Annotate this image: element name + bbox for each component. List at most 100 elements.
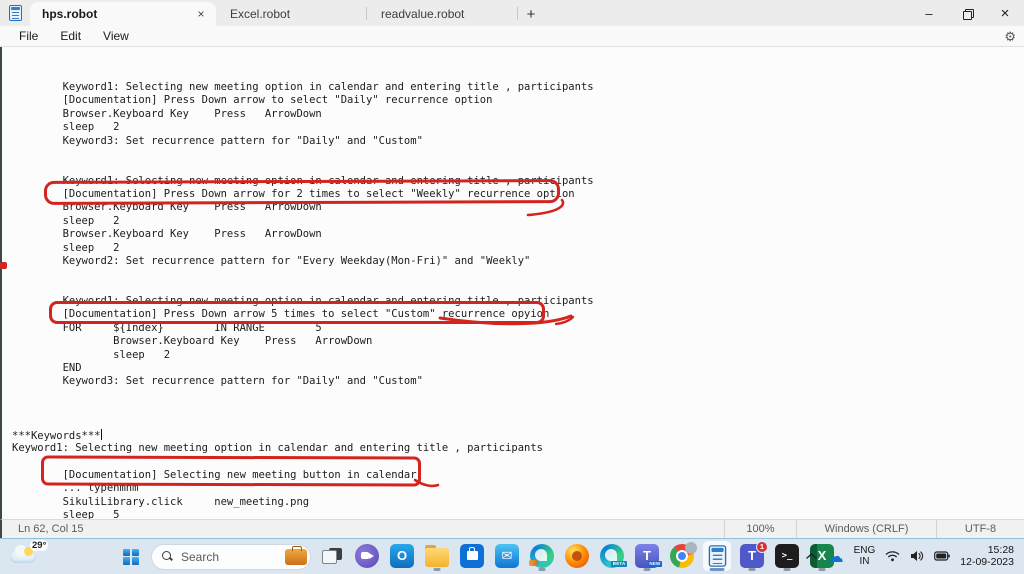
teams-classic-icon: T1 xyxy=(740,540,768,568)
new-tab-button[interactable]: + xyxy=(518,2,544,26)
editor-line: SikuliLibrary.click new_meeting.png xyxy=(12,495,310,508)
notification-badge: 1 xyxy=(756,540,768,553)
language-line1: ENG xyxy=(853,545,876,556)
taskbar-terminal-button[interactable]: >_ xyxy=(773,541,801,571)
tray-date: 12-09-2023 xyxy=(960,556,1014,568)
zoom-level: 100% xyxy=(724,520,796,538)
running-indicator xyxy=(783,567,791,571)
editor-line: ***Keywords*** xyxy=(12,428,102,442)
titlebar: hps.robot × Excel.robot readvalue.robot … xyxy=(0,0,1024,26)
tray-time: 15:28 xyxy=(987,544,1014,556)
windows-logo-icon xyxy=(123,548,139,565)
search-daily-image-icon[interactable] xyxy=(285,545,307,565)
search-box[interactable]: Search xyxy=(151,543,311,570)
line-ending: Windows (CRLF) xyxy=(796,520,936,538)
minimize-button[interactable]: – xyxy=(910,0,948,26)
taskbar-task-view-button[interactable] xyxy=(318,541,346,571)
notepad-window: hps.robot × Excel.robot readvalue.robot … xyxy=(0,0,1024,538)
start-button[interactable] xyxy=(118,544,144,570)
taskbar-outlook-button[interactable]: O xyxy=(388,541,416,571)
task-view-icon xyxy=(322,547,342,564)
edge-beta-icon: BETA xyxy=(600,543,627,568)
search-placeholder: Search xyxy=(181,549,220,564)
settings-gear-icon[interactable]: ⚙ xyxy=(1004,26,1016,47)
notepad-taskbar-icon xyxy=(708,544,726,567)
editor-line: sleep 5 xyxy=(12,509,120,519)
menubar: File Edit View ⚙ xyxy=(0,26,1024,47)
menu-view[interactable]: View xyxy=(92,29,140,43)
taskbar-mail-button[interactable]: ✉ xyxy=(493,541,521,571)
wifi-icon[interactable] xyxy=(885,550,900,562)
chrome-icon xyxy=(670,541,697,568)
taskbar-file-explorer-button[interactable] xyxy=(423,541,451,571)
tab-readvalue-robot[interactable]: readvalue.robot xyxy=(367,2,517,26)
taskbar-edge-button[interactable] xyxy=(528,541,556,571)
editor-line: sleep 2 xyxy=(12,348,171,361)
running-indicator xyxy=(748,567,756,571)
editor-line: END xyxy=(12,361,82,374)
running-indicator xyxy=(433,567,441,571)
editor-line: Browser.Keyboard Key Press ArrowDown xyxy=(12,201,322,214)
menu-file[interactable]: File xyxy=(8,29,49,43)
editor-line: Keyword3: Set recurrence pattern for "Da… xyxy=(12,375,423,388)
battery-icon[interactable] xyxy=(934,551,951,561)
editor-line: Keyword1: Selecting new meeting option i… xyxy=(12,442,544,455)
taskbar-chrome-button[interactable] xyxy=(668,541,697,571)
editor-line: ... typenmnm xyxy=(12,482,139,495)
running-indicator xyxy=(538,567,546,571)
close-button[interactable]: × xyxy=(986,0,1024,26)
editor-line: FOR ${Index} IN RANGE 5 xyxy=(12,321,322,334)
encoding: UTF-8 xyxy=(936,520,1024,538)
tab-label: hps.robot xyxy=(42,7,98,21)
restore-icon xyxy=(962,8,974,20)
editor-line: Browser.Keyboard Key Press ArrowDown xyxy=(12,107,322,120)
weather-cloud-icon xyxy=(10,545,36,563)
editor-line: [Documentation] Press Down arrow 5 times… xyxy=(12,308,550,321)
tray-chevron-icon[interactable] xyxy=(805,552,817,560)
weather-widget[interactable]: 29° xyxy=(8,540,68,571)
taskbar-meet-button[interactable] xyxy=(353,541,381,571)
menu-edit[interactable]: Edit xyxy=(49,29,92,43)
annotation-dot xyxy=(0,262,7,269)
taskbar-notepad-button[interactable] xyxy=(703,540,731,571)
volume-icon[interactable] xyxy=(910,550,924,562)
editor-line: sleep 2 xyxy=(12,214,120,227)
meet-icon xyxy=(355,543,379,568)
edge-icon xyxy=(529,543,554,568)
clock[interactable]: 15:28 12-09-2023 xyxy=(960,544,1014,568)
language-line2: IN xyxy=(859,556,870,567)
taskbar-teams-classic-button[interactable]: T1 xyxy=(738,540,768,571)
onedrive-icon[interactable]: ☁ xyxy=(827,548,844,565)
file-explorer-icon xyxy=(425,544,449,567)
new-tag: NEW xyxy=(647,560,662,567)
language-indicator[interactable]: ENG IN xyxy=(854,545,876,567)
restore-button[interactable] xyxy=(948,0,986,26)
teams-new-icon: T NEW xyxy=(635,543,662,568)
editor-line: sleep 2 xyxy=(12,121,120,134)
editor-line: Keyword2: Set recurrence pattern for "Ev… xyxy=(12,254,531,267)
text-caret xyxy=(100,428,102,440)
notepad-app-icon xyxy=(0,0,30,26)
taskbar-edge-beta-button[interactable]: BETA xyxy=(598,541,627,571)
close-tab-icon[interactable]: × xyxy=(192,5,210,23)
outlook-icon: O xyxy=(390,543,414,568)
text-editor[interactable]: Keyword1: Selecting new meeting option i… xyxy=(0,47,1024,519)
running-indicator xyxy=(643,567,651,571)
tab-label: Excel.robot xyxy=(230,7,291,21)
statusbar: Ln 62, Col 15 100% Windows (CRLF) UTF-8 xyxy=(0,519,1024,538)
taskbar-teams-new-button[interactable]: T NEW xyxy=(633,541,662,571)
tab-label: readvalue.robot xyxy=(381,7,465,21)
taskbar-store-button[interactable] xyxy=(458,541,486,571)
chrome-profile-badge xyxy=(685,541,697,554)
running-indicator xyxy=(709,567,725,571)
weather-temp: 29° xyxy=(30,540,49,551)
editor-line: Keyword1: Selecting new meeting option i… xyxy=(12,81,594,93)
tab-hps-robot[interactable]: hps.robot × xyxy=(30,2,216,26)
taskbar-firefox-button[interactable] xyxy=(563,541,591,571)
tab-excel-robot[interactable]: Excel.robot xyxy=(216,2,366,26)
editor-line: Keyword3: Set recurrence pattern for "Da… xyxy=(12,134,423,147)
